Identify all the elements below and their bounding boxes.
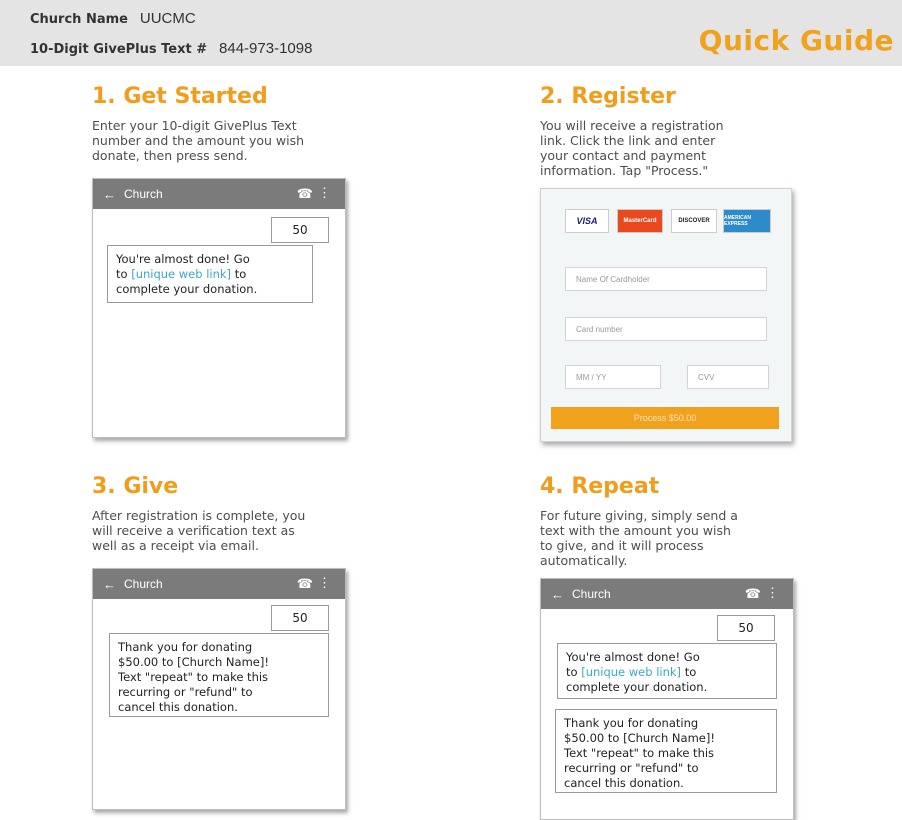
sent-amount-bubble: 50 bbox=[271, 605, 329, 631]
back-arrow-icon: ← bbox=[551, 586, 564, 602]
message-line: recurring or "refund" to bbox=[118, 685, 253, 699]
step3-desc-line: well as a receipt via email. bbox=[92, 538, 259, 553]
quick-guide-title: Quick Guide bbox=[698, 24, 894, 57]
step3-title: 3. Give bbox=[92, 474, 179, 499]
visa-logo: VISA bbox=[565, 209, 609, 233]
step4-description: For future giving, simply send a text wi… bbox=[540, 508, 738, 568]
church-name-row: Church Name UUCMC bbox=[30, 10, 196, 27]
unique-web-link: [unique web link] bbox=[131, 267, 232, 281]
amex-logo: AMERICAN EXPRESS bbox=[723, 209, 771, 233]
expiry-field: MM / YY bbox=[565, 365, 661, 389]
step1-description: Enter your 10-digit GivePlus Text number… bbox=[92, 118, 304, 163]
message-line: cancel this donation. bbox=[118, 700, 238, 714]
phone-contact-name: Church bbox=[572, 587, 611, 601]
payment-form-mockup: VISA MasterCard DISCOVER AMERICAN EXPRES… bbox=[540, 188, 792, 442]
back-arrow-icon: ← bbox=[103, 186, 116, 202]
step3-desc-line: will receive a verification text as bbox=[92, 523, 295, 538]
message-line: to [unique web link] to bbox=[116, 267, 304, 282]
church-name-label: Church Name bbox=[30, 12, 128, 27]
kebab-menu-icon: ⋮ bbox=[318, 575, 331, 590]
step1-desc-line: Enter your 10-digit GivePlus Text bbox=[92, 118, 297, 133]
message-text: to bbox=[116, 267, 132, 281]
message-line: complete your donation. bbox=[116, 282, 258, 296]
step4-desc-line: to give, and it will process bbox=[540, 538, 704, 553]
phone-header-bar: ← Church ☎ ⋮ bbox=[93, 569, 345, 599]
card-number-field: Card number bbox=[565, 317, 767, 341]
unique-web-link: [unique web link] bbox=[581, 665, 682, 679]
step2-desc-line: You will receive a registration bbox=[540, 118, 724, 133]
discover-logo: DISCOVER bbox=[671, 209, 717, 233]
back-arrow-icon: ← bbox=[103, 576, 116, 592]
message-line: Thank you for donating bbox=[564, 716, 699, 730]
text-number-value: 844-973-1098 bbox=[219, 40, 313, 57]
thank-you-bubble: Thank you for donating $50.00 to [Church… bbox=[555, 709, 777, 793]
message-text: to bbox=[566, 665, 582, 679]
message-line: $50.00 to [Church Name]! bbox=[564, 731, 715, 745]
kebab-menu-icon: ⋮ bbox=[766, 585, 779, 600]
step2-desc-line: your contact and payment bbox=[540, 148, 707, 163]
step2-desc-line: information. Tap "Process." bbox=[540, 163, 709, 178]
step4-desc-line: automatically. bbox=[540, 553, 628, 568]
sent-amount-bubble: 50 bbox=[271, 217, 329, 243]
message-line: cancel this donation. bbox=[564, 776, 684, 790]
step3-phone-mockup: ← Church ☎ ⋮ 50 Thank you for donating $… bbox=[92, 568, 346, 810]
step1-desc-line: number and the amount you wish bbox=[92, 133, 305, 148]
message-line: Text "repeat" to make this bbox=[118, 670, 269, 684]
message-line: recurring or "refund" to bbox=[564, 761, 699, 775]
step4-desc-line: For future giving, simply send a bbox=[540, 508, 738, 523]
message-line: to [unique web link] to bbox=[566, 665, 768, 680]
step1-title: 1. Get Started bbox=[92, 84, 268, 109]
text-number-label: 10-Digit GivePlus Text # bbox=[30, 42, 208, 57]
step1-desc-line: donate, then press send. bbox=[92, 148, 248, 163]
message-text: to bbox=[681, 665, 697, 679]
step4-desc-line: text with the amount you wish bbox=[540, 523, 731, 538]
message-line: Text "repeat" to make this bbox=[564, 746, 715, 760]
cardholder-name-field: Name Of Cardholder bbox=[565, 267, 767, 291]
step3-desc-line: After registration is complete, you bbox=[92, 508, 306, 523]
kebab-menu-icon: ⋮ bbox=[318, 185, 331, 200]
step3-description: After registration is complete, you will… bbox=[92, 508, 305, 553]
message-text: to bbox=[231, 267, 247, 281]
phone-header-bar: ← Church ☎ ⋮ bbox=[93, 179, 345, 209]
phone-call-icon: ☎ bbox=[744, 586, 761, 601]
phone-contact-name: Church bbox=[124, 187, 163, 201]
process-payment-button: Process $50.00 bbox=[551, 407, 779, 429]
phone-contact-name: Church bbox=[124, 577, 163, 591]
text-number-row: 10-Digit GivePlus Text # 844-973-1098 bbox=[30, 40, 312, 57]
message-line: You're almost done! Go bbox=[116, 252, 250, 266]
phone-call-icon: ☎ bbox=[296, 576, 313, 591]
step2-title: 2. Register bbox=[540, 84, 676, 109]
message-line: complete your donation. bbox=[566, 680, 708, 694]
cvv-field: CVV bbox=[687, 365, 769, 389]
step1-phone-mockup: ← Church ☎ ⋮ 50 You're almost done! Go t… bbox=[92, 178, 346, 438]
registration-link-bubble: You're almost done! Go to [unique web li… bbox=[557, 643, 777, 699]
phone-call-icon: ☎ bbox=[296, 186, 313, 201]
header-bar: Church Name UUCMC 10-Digit GivePlus Text… bbox=[0, 0, 902, 66]
sent-amount-bubble: 50 bbox=[717, 615, 775, 641]
step4-title: 4. Repeat bbox=[540, 474, 660, 499]
step2-desc-line: link. Click the link and enter bbox=[540, 133, 716, 148]
message-line: Thank you for donating bbox=[118, 640, 253, 654]
mastercard-logo: MasterCard bbox=[617, 209, 663, 233]
message-line: You're almost done! Go bbox=[566, 650, 700, 664]
registration-link-bubble: You're almost done! Go to [unique web li… bbox=[107, 245, 313, 303]
message-line: $50.00 to [Church Name]! bbox=[118, 655, 269, 669]
step4-phone-mockup: ← Church ☎ ⋮ 50 You're almost done! Go t… bbox=[540, 578, 794, 820]
church-name-value: UUCMC bbox=[139, 10, 196, 27]
phone-header-bar: ← Church ☎ ⋮ bbox=[541, 579, 793, 609]
thank-you-bubble: Thank you for donating $50.00 to [Church… bbox=[109, 633, 329, 717]
step2-description: You will receive a registration link. Cl… bbox=[540, 118, 724, 178]
